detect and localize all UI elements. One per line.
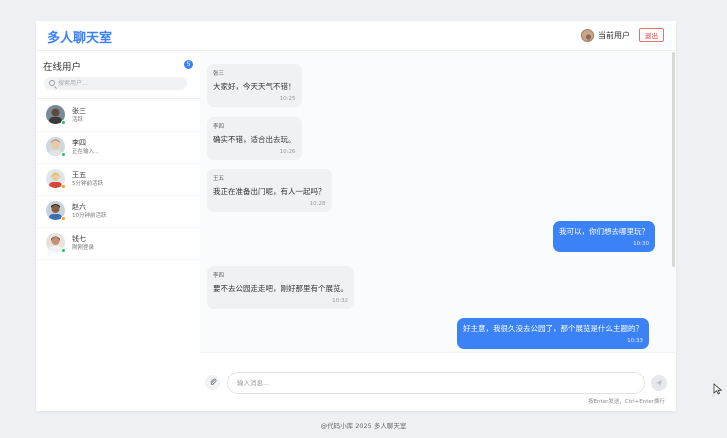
chat-app: 多人聊天室 当前用户 退出 在线用户 5 张三 活跃 bbox=[36, 21, 676, 411]
message-scrollbar[interactable] bbox=[672, 52, 675, 267]
message-time: 10:33 bbox=[627, 338, 643, 344]
message-text: 好主意，我很久没去公园了，那个展览是什么主题的？ bbox=[463, 324, 643, 333]
message-time: 10:25 bbox=[279, 96, 296, 102]
message-bubble-incoming: 李四 确实不错，适合出去玩。 10:26 bbox=[207, 117, 302, 160]
search-icon bbox=[49, 80, 55, 86]
user-list-item[interactable]: 张三 活跃 bbox=[36, 100, 200, 132]
message-sender: 王五 bbox=[213, 176, 225, 182]
online-users-title: 在线用户 bbox=[43, 62, 82, 73]
message-time: 10:28 bbox=[309, 201, 326, 207]
logout-button[interactable]: 退出 bbox=[639, 28, 664, 42]
user-list-item[interactable]: 王五 5分钟前活跃 bbox=[36, 164, 200, 196]
message-sender: 李四 bbox=[213, 124, 225, 130]
user-list-item[interactable]: 李四 正在输入... bbox=[36, 132, 200, 164]
message-bubble-incoming: 李四 要不去公园走走吧，刚好那里有个展览。 10:32 bbox=[207, 266, 354, 309]
current-user-area: 当前用户 退出 bbox=[581, 28, 664, 42]
message-sender: 张三 bbox=[213, 71, 225, 77]
message-text: 我正在准备出门呢，有人一起吗？ bbox=[213, 187, 326, 196]
status-dot bbox=[61, 216, 66, 221]
message-time: 10:32 bbox=[332, 298, 348, 304]
message-time: 10:30 bbox=[633, 241, 649, 247]
paperclip-icon[interactable] bbox=[205, 375, 220, 390]
message-bubble-outgoing: 我可以，你们想去哪里玩？ 10:30 bbox=[553, 221, 655, 252]
status-dot bbox=[61, 248, 66, 253]
message-input[interactable] bbox=[227, 372, 645, 394]
mouse-cursor-icon bbox=[713, 383, 723, 395]
user-list-item[interactable]: 钱七 刚刚登录 bbox=[36, 228, 200, 260]
message-bubble-incoming: 张三 大家好，今天天气不错！ 10:25 bbox=[207, 64, 302, 107]
user-status: 刚刚登录 bbox=[72, 245, 95, 251]
divider bbox=[36, 98, 200, 99]
user-list-item[interactable]: 赵六 10分钟前活跃 bbox=[36, 196, 200, 228]
message-text: 大家好，今天天气不错！ bbox=[213, 82, 296, 91]
message-text: 确实不错，适合出去玩。 bbox=[213, 135, 296, 144]
sidebar-header: 在线用户 5 bbox=[43, 59, 193, 73]
message-bubble-outgoing: 好主意，我很久没去公园了，那个展览是什么主题的？ 10:33 bbox=[457, 318, 649, 349]
message-text: 我可以，你们想去哪里玩？ bbox=[559, 227, 649, 236]
user-search-input[interactable] bbox=[58, 77, 183, 90]
app-header: 多人聊天室 当前用户 退出 bbox=[36, 21, 676, 51]
app-title: 多人聊天室 bbox=[47, 31, 113, 46]
status-dot bbox=[61, 120, 66, 125]
status-dot bbox=[61, 184, 66, 189]
page-footer: @代码小库 2025 多人聊天室 bbox=[320, 422, 407, 430]
status-dot bbox=[61, 152, 66, 157]
user-search-box bbox=[44, 77, 187, 90]
message-sender: 李四 bbox=[213, 273, 225, 279]
current-user-avatar bbox=[581, 28, 594, 42]
online-count-badge: 5 bbox=[184, 60, 193, 69]
send-icon[interactable] bbox=[651, 375, 667, 391]
message-text: 要不去公园走走吧，刚好那里有个展览。 bbox=[213, 284, 348, 293]
message-time: 10:26 bbox=[279, 149, 296, 155]
user-status: 10分钟前活跃 bbox=[72, 213, 107, 219]
user-status: 活跃 bbox=[72, 117, 84, 123]
message-bubble-incoming: 王五 我正在准备出门呢，有人一起吗？ 10:28 bbox=[207, 169, 332, 212]
user-status: 5分钟前活跃 bbox=[72, 181, 103, 187]
user-status: 正在输入... bbox=[72, 149, 100, 155]
user-list: 张三 活跃 李四 正在输入... 王五 5分钟前活跃 赵六 10分钟前活跃 钱七… bbox=[36, 100, 200, 260]
current-user-label: 当前用户 bbox=[598, 30, 630, 40]
message-area[interactable]: 张三 大家好，今天天气不错！ 10:25 李四 确实不错，适合出去玩。 10:2… bbox=[200, 52, 676, 352]
composer: 按Enter发送，Ctrl+Enter换行 bbox=[200, 352, 676, 411]
composer-hint: 按Enter发送，Ctrl+Enter换行 bbox=[588, 399, 665, 405]
sidebar: 在线用户 5 张三 活跃 李四 正在输入... bbox=[36, 52, 200, 411]
